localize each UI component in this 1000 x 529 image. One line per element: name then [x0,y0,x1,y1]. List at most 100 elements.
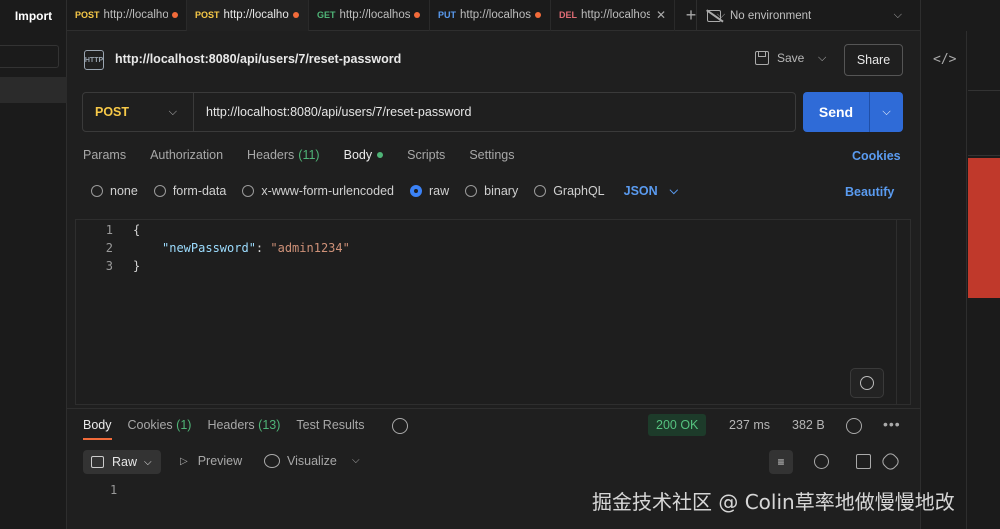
link-icon[interactable] [879,450,902,473]
cookies-link[interactable]: Cookies [852,149,901,163]
response-tab-body[interactable]: Body [83,418,112,440]
body-type-urlencoded-radio[interactable]: x-www-form-urlencoded [242,184,394,198]
chevron-down-icon: ⌵ [144,456,152,468]
radio-label: raw [429,184,450,198]
environment-selector[interactable]: No environment ⌵ [696,0,920,31]
request-title[interactable]: http://localhost:8080/api/users/7/reset-… [115,52,401,66]
visualize-button[interactable]: Visualize [264,454,337,468]
body-type-selector: none form-data x-www-form-urlencoded raw… [91,184,678,198]
tab-url: http://localho [103,9,168,21]
request-tab[interactable]: POST http://localho [67,0,187,31]
request-tab-active[interactable]: POST http://localho [187,0,309,31]
method-selector[interactable]: POST ⌵ [83,93,194,131]
tab-method: POST [75,10,100,20]
no-environment-icon [707,9,721,22]
response-tab-test-results[interactable]: Test Results [296,418,364,432]
body-type-none-radio[interactable]: none [91,184,138,198]
tab-scripts[interactable]: Scripts [407,148,445,162]
language-dropdown[interactable]: JSON ⌵ [624,184,678,198]
body-type-graphql-radio[interactable]: GraphQL [534,184,605,198]
tab-label: Headers [207,418,255,432]
tab-url: http://localhos [460,9,531,21]
magic-icon [860,376,874,390]
close-tab-icon[interactable]: ✕ [656,8,666,22]
body-editor[interactable]: 1 { 2 "newPassword": "admin1234" 3 } [75,219,911,405]
play-icon: ▷ [180,455,188,467]
preview-button[interactable]: ▷ Preview [180,454,242,468]
chevron-down-icon: ⌵ [893,9,902,21]
tab-url: http://localhos [581,9,650,21]
response-tab-cookies[interactable]: Cookies (1) [128,418,192,432]
body-type-binary-radio[interactable]: binary [465,184,518,198]
status-badge[interactable]: 200 OK [648,414,707,436]
tab-headers[interactable]: Headers (11) [247,148,320,162]
tab-body[interactable]: Body [344,148,384,162]
visualize-label: Visualize [287,454,337,468]
radio-circle-selected [410,185,422,197]
beautify-button[interactable]: Beautify [845,185,894,199]
send-options-chevron-icon[interactable]: ⌵ [870,92,903,132]
wrap-lines-icon[interactable]: ≡ [769,450,793,474]
network-globe-icon[interactable] [846,418,862,434]
tab-label: Body [83,418,112,432]
headers-count: (13) [258,418,281,432]
search-icon[interactable] [814,454,829,469]
save-label: Save [777,51,805,65]
send-button[interactable]: Send ⌵ [803,92,903,132]
copy-icon[interactable] [856,454,871,469]
request-tab[interactable]: DEL http://localhos ✕ [551,0,675,31]
more-options-icon[interactable]: ••• [883,416,901,432]
code-text: { [133,223,141,237]
response-divider[interactable] [67,408,920,409]
radio-label: form-data [172,184,227,198]
radio-circle [242,185,255,197]
response-time[interactable]: 237 ms [729,418,770,432]
json-colon: : [255,241,271,255]
tab-params[interactable]: Params [83,148,126,162]
sidebar-search-input[interactable] [0,45,59,68]
request-tab[interactable]: GET http://localhos [309,0,430,31]
code-snippet-icon[interactable]: </> [933,52,956,67]
radio-circle [534,185,547,197]
url-input[interactable]: http://localhost:8080/api/users/7/reset-… [194,105,471,119]
editor-scrollbar[interactable] [896,220,910,404]
request-tab[interactable]: PUT http://localhos [430,0,551,31]
code-text: "newPassword": "admin1234" [162,241,350,255]
body-modified-dot-icon [377,152,384,158]
raw-format-icon [91,456,104,468]
response-format-dropdown[interactable]: Raw ⌵ [83,450,161,474]
watermark-text: 掘金技术社区 @ Colin草率地做慢慢地改 [592,490,955,514]
sidebar-selected-item[interactable] [0,77,67,103]
body-type-form-data-radio[interactable]: form-data [153,184,227,198]
tab-method: POST [195,10,220,20]
editor-line: 2 "newPassword": "admin1234" [76,239,350,257]
import-button[interactable]: Import [0,0,67,31]
body-type-raw-radio[interactable]: raw [410,184,449,198]
radio-label: binary [484,184,519,198]
tab-settings[interactable]: Settings [469,148,514,162]
response-size[interactable]: 382 B [792,418,825,432]
format-label: Raw [112,455,138,469]
save-options-chevron-icon[interactable]: ⌵ [818,52,826,65]
share-button[interactable]: Share [844,44,903,76]
editor-line: 3 } [76,257,140,275]
chevron-down-icon: ⌵ [669,184,679,197]
background-window-red-area [968,158,1000,298]
visualize-icon [264,454,280,468]
line-number: 1 [105,223,113,237]
tab-authorization[interactable]: Authorization [150,148,223,162]
request-tabs: Params Authorization Headers (11) Body S… [83,148,538,162]
send-label: Send [803,92,870,132]
save-button[interactable]: Save [755,51,804,65]
radio-label: x-www-form-urlencoded [261,184,394,198]
response-tab-headers[interactable]: Headers (13) [207,418,280,432]
environment-label: No environment [730,9,812,22]
right-sidebar: </> [920,0,1000,529]
visualize-chevron-icon[interactable]: ⌵ [352,455,360,466]
ai-assist-button[interactable] [850,368,884,398]
right-tool-panel: </> [921,31,967,529]
divider [968,90,1000,91]
divider [968,155,1000,156]
save-disk-icon [755,51,769,65]
history-clock-icon[interactable] [392,418,408,434]
